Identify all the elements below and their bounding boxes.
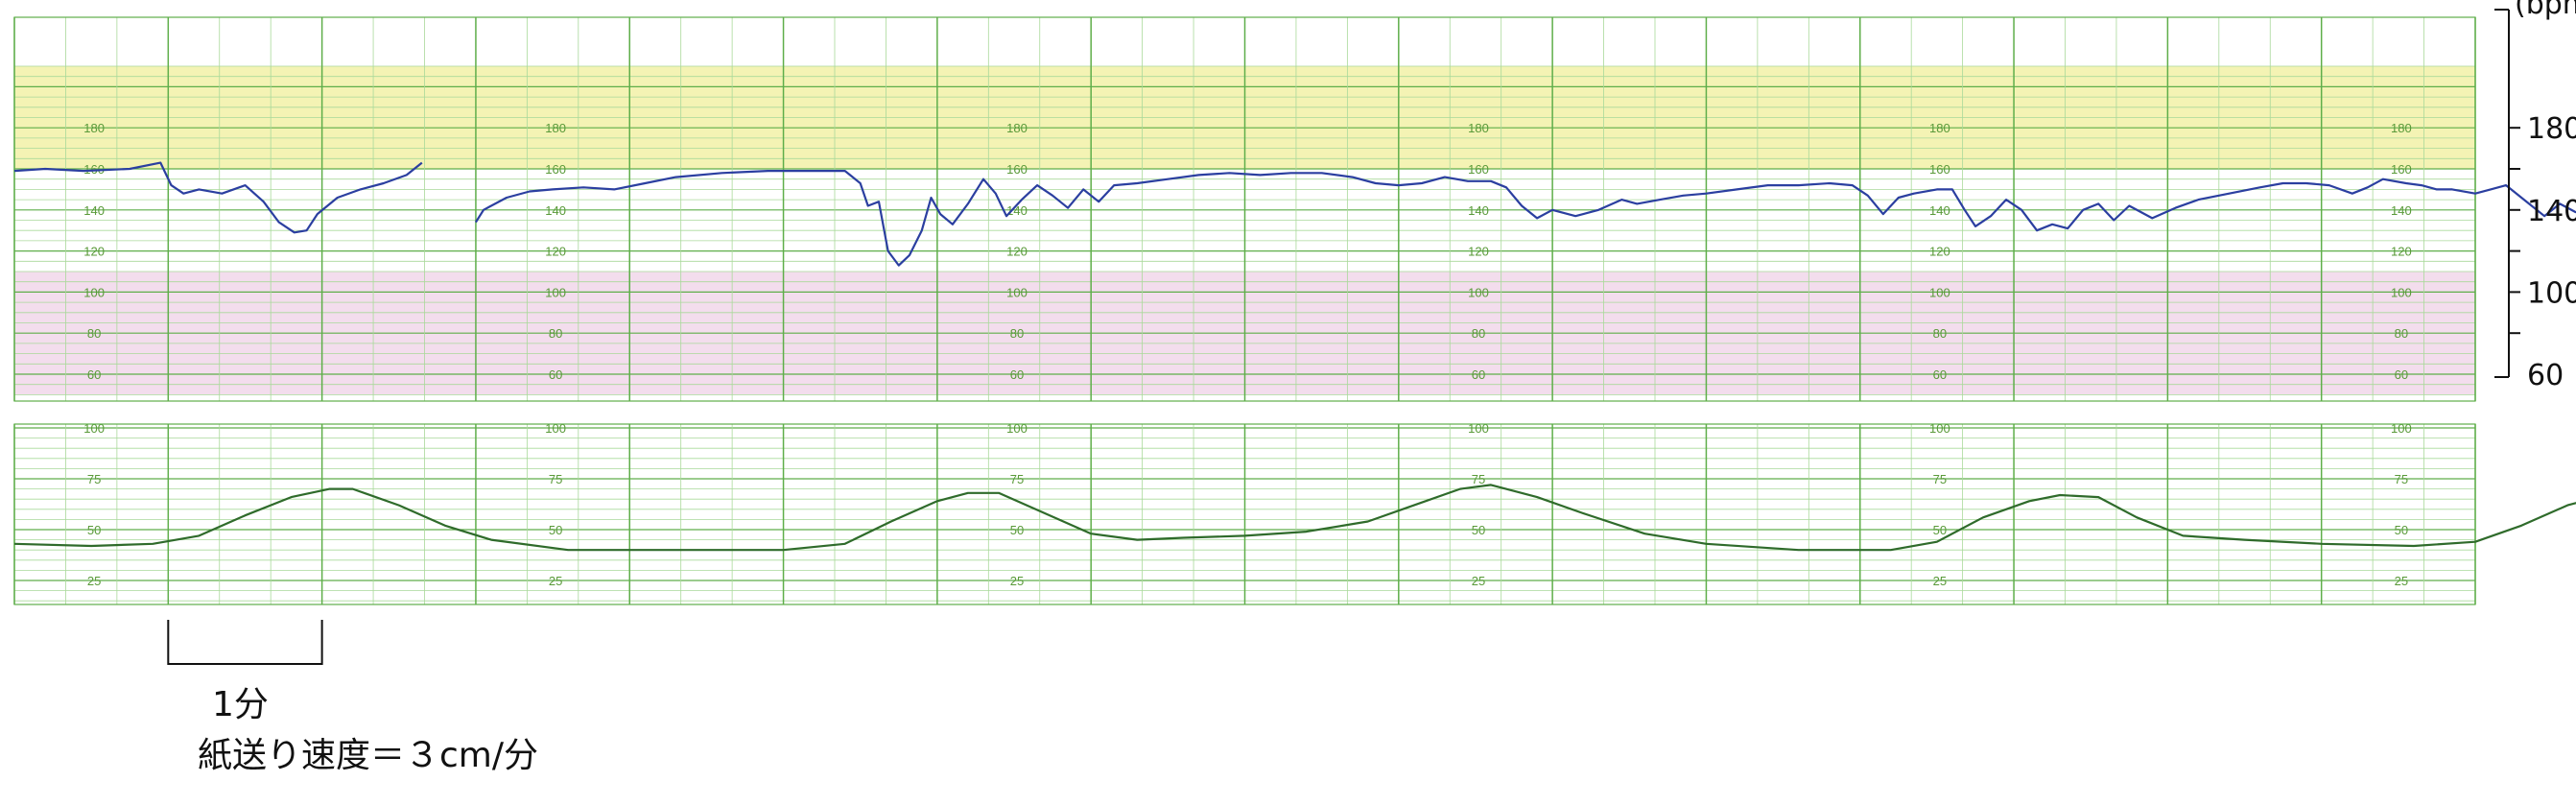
fhr-grid-label-120: 120 [1929,245,1950,259]
fhr-grid-label-100: 100 [2391,285,2412,299]
fhr-grid-label-180: 180 [1006,121,1028,135]
ctg-chart: 180 160 140 120 100 80 60 180 160 140 120 100 80 60 18… [13,0,2576,665]
fhr-grid-label-100: 100 [83,285,105,299]
paper-speed-caption: 紙送り速度＝３cm/分 [198,736,538,775]
uc-grid-label-25: 25 [549,574,562,588]
uc-grid-label-100: 100 [83,421,105,436]
fhr-grid-label-180: 180 [1468,121,1489,135]
uc-grid-label-100: 100 [1006,421,1028,436]
fhr-grid-label-60: 60 [1933,367,1947,382]
fhr-grid-label-60: 60 [549,367,562,382]
fhr-grid-label-100: 100 [1006,285,1028,299]
fhr-grid-label-100: 100 [1468,285,1489,299]
uc-grid-label-75: 75 [1472,472,1485,486]
fhr-grid-label-120: 120 [2391,245,2412,259]
uc-grid-label-25: 25 [2395,574,2408,588]
fhr-grid-label-80: 80 [1472,326,1485,341]
fhr-grid-label-160: 160 [1006,162,1028,177]
uc-grid-label-50: 50 [1010,523,1024,537]
fhr-grid-label-180: 180 [1929,121,1950,135]
fhr-panel: 180 160 140 120 100 80 60 180 160 140 120 100 80 60 18… [13,16,2576,402]
uc-grid-label-75: 75 [2395,472,2408,486]
fhr-grid-label-180: 180 [545,121,566,135]
uc-grid-label-50: 50 [87,523,101,537]
fhr-grid-label-140: 140 [545,203,566,218]
fhr-grid-label-120: 120 [1468,245,1489,259]
scale-bar-bracket [167,620,323,665]
fhr-grid-label-120: 120 [545,245,566,259]
fhr-grid-label-160: 160 [2391,162,2412,177]
fhr-axis-tick-label-100: 100 [2527,276,2576,310]
uc-grid-label-100: 100 [2391,421,2412,436]
fhr-grid-label-80: 80 [549,326,562,341]
uc-grid-label-50: 50 [1933,523,1947,537]
fhr-axis-tick-label-180: 180 [2527,112,2576,146]
uc-grid-label-75: 75 [87,472,101,486]
fhr-right-axis: (bpm) 180 140 100 60 [2494,0,2576,392]
uc-grid-label-50: 50 [1472,523,1485,537]
uc-grid-label-75: 75 [1010,472,1024,486]
fhr-grid-label-80: 80 [1010,326,1024,341]
fhr-grid-label-120: 120 [1006,245,1028,259]
fhr-grid-label-60: 60 [1472,367,1485,382]
fhr-grid-label-80: 80 [2395,326,2408,341]
fhr-grid-label-180: 180 [83,121,105,135]
uc-grid-label-25: 25 [1010,574,1024,588]
uc-grid-label-100: 100 [545,421,566,436]
fhr-unit-label: (bpm) [2515,0,2576,21]
fhr-grid-label-80: 80 [1933,326,1947,341]
fhr-grid-label-160: 160 [545,162,566,177]
fhr-grid-label-60: 60 [87,367,101,382]
one-minute-scale-bar [167,620,323,665]
fhr-axis-tick-label-140: 140 [2527,195,2576,228]
uc-grid-label-75: 75 [549,472,562,486]
fhr-grid-label-160: 160 [1929,162,1950,177]
fhr-grid-label-140: 140 [83,203,105,218]
fhr-grid-label-140: 140 [1929,203,1950,218]
uc-grid-label-50: 50 [549,523,562,537]
uc-panel: 100 75 50 25 100 75 50 25 100 75 50 25 100 75 50 25 100 7… [13,421,2576,605]
scale-bar-label: 1分 [212,685,269,724]
fhr-grid-label-160: 160 [1468,162,1489,177]
fhr-grid-label-60: 60 [1010,367,1024,382]
fhr-grid-label-140: 140 [2391,203,2412,218]
uc-grid-label-25: 25 [1472,574,1485,588]
uc-grid-label-100: 100 [1468,421,1489,436]
fhr-grid-label-120: 120 [83,245,105,259]
fhr-grid-label-60: 60 [2395,367,2408,382]
uc-grid-label-50: 50 [2395,523,2408,537]
fhr-grid-label-100: 100 [545,285,566,299]
uc-grid-label-25: 25 [87,574,101,588]
uc-grid-label-100: 100 [1929,421,1950,436]
fhr-grid-label-80: 80 [87,326,101,341]
fhr-grid-label-180: 180 [2391,121,2412,135]
fhr-grid-label-140: 140 [1468,203,1489,218]
uc-grid-label-25: 25 [1933,574,1947,588]
uc-grid-label-75: 75 [1933,472,1947,486]
fhr-grid-label-100: 100 [1929,285,1950,299]
fhr-axis-tick-label-60: 60 [2527,359,2564,392]
